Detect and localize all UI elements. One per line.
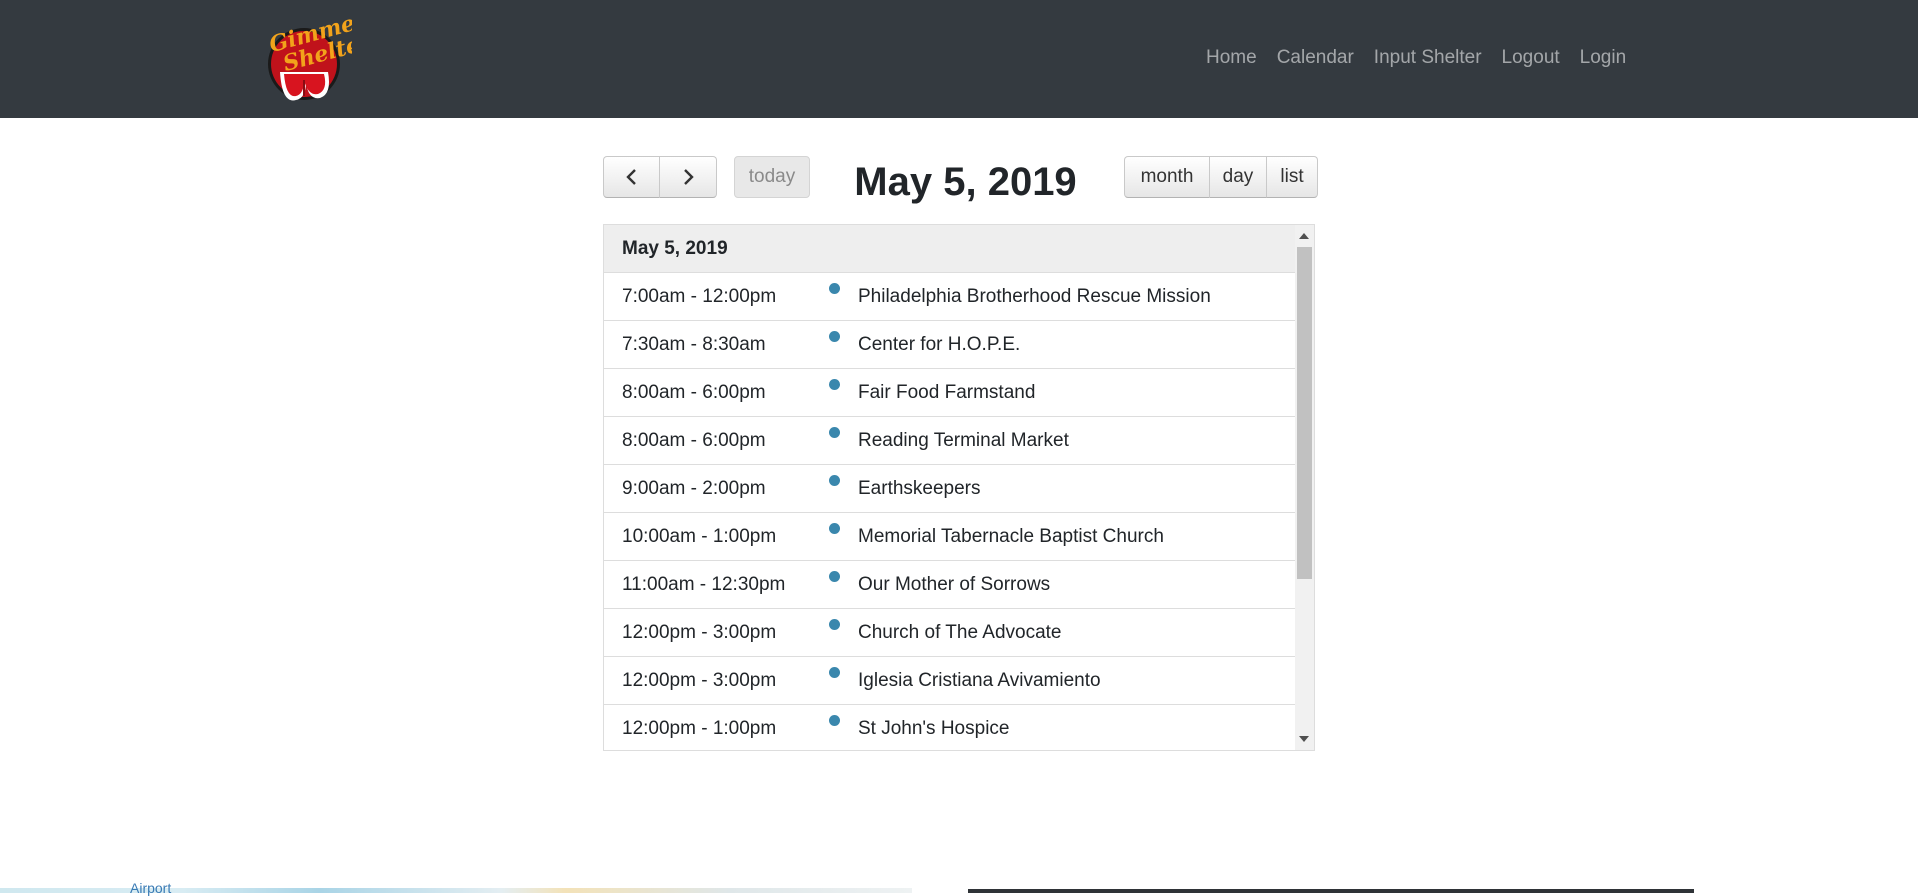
event-time: 9:00am - 2:00pm bbox=[622, 477, 766, 499]
event-title[interactable]: St John's Hospice bbox=[858, 718, 1009, 740]
scroll-up-arrow-icon[interactable] bbox=[1299, 233, 1309, 239]
event-row[interactable]: 8:00am - 6:00pm Fair Food Farmstand bbox=[604, 369, 1295, 417]
calendar-toolbar: today May 5, 2019 month day list bbox=[603, 156, 1318, 204]
navbar: Gimme Shelter Home Calendar Input Shelte… bbox=[0, 0, 1918, 118]
nav-input-shelter[interactable]: Input Shelter bbox=[1374, 46, 1482, 70]
event-row[interactable]: 10:00am - 1:00pm Memorial Tabernacle Bap… bbox=[604, 513, 1295, 561]
month-view-button[interactable]: month bbox=[1124, 156, 1210, 198]
event-title[interactable]: Church of The Advocate bbox=[858, 622, 1062, 644]
nav-calendar[interactable]: Calendar bbox=[1277, 46, 1354, 70]
scroll-down-arrow-icon[interactable] bbox=[1299, 736, 1309, 742]
event-list-scrollbar[interactable] bbox=[1295, 225, 1314, 750]
nav-logout[interactable]: Logout bbox=[1502, 46, 1560, 70]
event-row[interactable]: 7:00am - 12:00pm Philadelphia Brotherhoo… bbox=[604, 273, 1295, 321]
map-label: Airport bbox=[130, 880, 172, 896]
event-dot-icon bbox=[829, 427, 840, 438]
event-time: 8:00am - 6:00pm bbox=[622, 429, 766, 451]
event-time: 12:00pm - 3:00pm bbox=[622, 621, 777, 643]
event-dot-icon bbox=[829, 379, 840, 390]
day-header: May 5, 2019 bbox=[604, 225, 1295, 273]
event-dot-icon bbox=[829, 571, 840, 582]
event-title[interactable]: Fair Food Farmstand bbox=[858, 382, 1035, 404]
event-title[interactable]: Memorial Tabernacle Baptist Church bbox=[858, 526, 1164, 548]
main-nav: Home Calendar Input Shelter Logout Login bbox=[1206, 46, 1646, 70]
event-time: 8:00am - 6:00pm bbox=[622, 381, 766, 403]
event-dot-icon bbox=[829, 331, 840, 342]
event-title[interactable]: Reading Terminal Market bbox=[858, 430, 1069, 452]
event-list-content: May 5, 2019 7:00am - 12:00pm Philadelphi… bbox=[604, 225, 1295, 750]
event-dot-icon bbox=[829, 475, 840, 486]
event-time: 7:00am - 12:00pm bbox=[622, 285, 777, 307]
event-title[interactable]: Philadelphia Brotherhood Rescue Mission bbox=[858, 286, 1211, 308]
chevron-right-icon bbox=[684, 169, 694, 185]
event-row[interactable]: 12:00pm - 3:00pm Iglesia Cristiana Aviva… bbox=[604, 657, 1295, 705]
event-dot-icon bbox=[829, 715, 840, 726]
next-button[interactable] bbox=[660, 156, 717, 198]
event-time: 10:00am - 1:00pm bbox=[622, 525, 777, 547]
event-title[interactable]: Center for H.O.P.E. bbox=[858, 334, 1020, 356]
event-row[interactable]: 8:00am - 6:00pm Reading Terminal Market bbox=[604, 417, 1295, 465]
event-list: May 5, 2019 7:00am - 12:00pm Philadelphi… bbox=[603, 224, 1315, 751]
calendar-title: May 5, 2019 bbox=[854, 160, 1077, 204]
list-view-button[interactable]: list bbox=[1267, 156, 1318, 198]
event-row[interactable]: 12:00pm - 1:00pm St John's Hospice bbox=[604, 705, 1295, 750]
nav-login[interactable]: Login bbox=[1580, 46, 1627, 70]
event-title[interactable]: Earthskeepers bbox=[858, 478, 981, 500]
scrollbar-thumb[interactable] bbox=[1297, 247, 1312, 579]
event-row[interactable]: 9:00am - 2:00pm Earthskeepers bbox=[604, 465, 1295, 513]
event-row[interactable]: 11:00am - 12:30pm Our Mother of Sorrows bbox=[604, 561, 1295, 609]
event-dot-icon bbox=[829, 523, 840, 534]
event-dot-icon bbox=[829, 283, 840, 294]
event-row[interactable]: 12:00pm - 3:00pm Church of The Advocate bbox=[604, 609, 1295, 657]
event-time: 12:00pm - 1:00pm bbox=[622, 717, 777, 739]
event-dot-icon bbox=[829, 667, 840, 678]
footer-panel bbox=[968, 889, 1694, 893]
event-title[interactable]: Iglesia Cristiana Avivamiento bbox=[858, 670, 1101, 692]
event-title[interactable]: Our Mother of Sorrows bbox=[858, 574, 1050, 596]
event-time: 7:30am - 8:30am bbox=[622, 333, 766, 355]
event-time: 12:00pm - 3:00pm bbox=[622, 669, 777, 691]
event-row[interactable]: 7:30am - 8:30am Center for H.O.P.E. bbox=[604, 321, 1295, 369]
prev-button[interactable] bbox=[603, 156, 660, 198]
today-button[interactable]: today bbox=[734, 156, 810, 198]
event-dot-icon bbox=[829, 619, 840, 630]
chevron-left-icon bbox=[625, 169, 636, 185]
day-view-button[interactable]: day bbox=[1210, 156, 1267, 198]
event-time: 11:00am - 12:30pm bbox=[622, 573, 786, 595]
nav-home[interactable]: Home bbox=[1206, 46, 1257, 70]
gimme-shelter-logo[interactable]: Gimme Shelter bbox=[262, 10, 375, 104]
